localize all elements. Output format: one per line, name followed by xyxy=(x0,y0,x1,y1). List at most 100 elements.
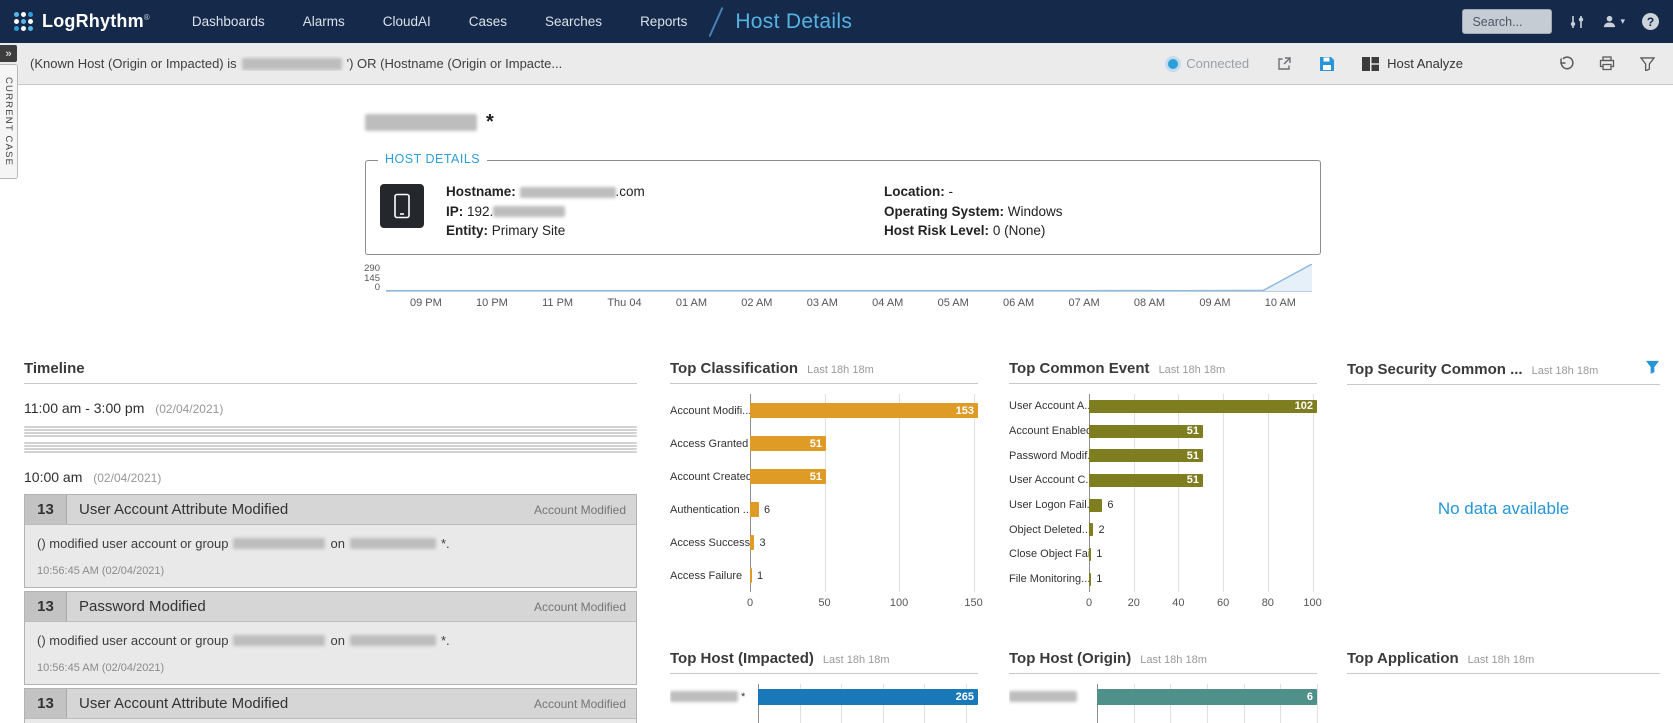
logrhythm-logo[interactable]: LogRhythm® xyxy=(14,11,150,32)
panel-header: Top Host (Origin) Last 18h 18m xyxy=(1009,650,1317,674)
event-card-header: 13 Password Modified Account Modified xyxy=(25,592,636,622)
bar-value: 1 xyxy=(1096,573,1102,585)
panel-subtitle: Last 18h 18m xyxy=(807,364,874,376)
top-classification-bar[interactable] xyxy=(750,502,759,517)
top-common-event-bar[interactable]: 51 xyxy=(1089,474,1203,487)
redacted-host xyxy=(350,538,436,549)
filter-settings-icon[interactable] xyxy=(1569,15,1585,29)
panel-header: Top Classification Last 18h 18m xyxy=(670,360,978,384)
event-description: () modified user account or group on *. xyxy=(37,536,624,551)
hostname-label: Hostname: xyxy=(446,184,516,199)
help-icon[interactable]: ? xyxy=(1642,13,1659,30)
event-card-header: 13 User Account Attribute Modified Accou… xyxy=(25,495,636,525)
nav-item-dashboards[interactable]: Dashboards xyxy=(192,14,265,29)
bar-label: Account Created xyxy=(670,460,750,493)
timeline-group-collapsed[interactable]: 11:00 am - 3:00 pm (02/04/2021) xyxy=(24,400,637,416)
host-analyze-button[interactable]: Host Analyze xyxy=(1362,56,1463,71)
timeline-event-card[interactable]: 13 Password Modified Account Modified ()… xyxy=(24,591,637,685)
redacted-host-value xyxy=(242,58,342,70)
event-title: Password Modified xyxy=(79,598,206,615)
timeline-event-card[interactable]: 13 User Account Attribute Modified Accou… xyxy=(24,494,637,588)
top-common-event-bar[interactable] xyxy=(1089,573,1091,586)
user-menu-icon[interactable]: ▾ xyxy=(1602,14,1625,29)
top-classification-bar[interactable] xyxy=(750,535,754,550)
spark-x-label: Thu 04 xyxy=(607,297,641,309)
entity-row: Entity: Primary Site xyxy=(446,221,884,241)
bar-value: 6 xyxy=(1107,499,1113,511)
top-classification-bar[interactable] xyxy=(750,568,752,583)
filter-funnel-icon[interactable] xyxy=(1640,57,1655,71)
search-input[interactable]: Search... xyxy=(1462,9,1552,34)
hostname-suffix: .com xyxy=(616,184,645,199)
nav-item-cloudai[interactable]: CloudAI xyxy=(383,14,431,29)
top-host-impacted-bar[interactable]: 265 xyxy=(758,689,978,705)
top-classification-bar[interactable]: 51 xyxy=(750,469,826,484)
classification-chart: Account Modifi...Access GrantedAccount C… xyxy=(670,394,978,608)
print-icon[interactable] xyxy=(1599,56,1615,71)
filter-query-suffix: ') OR (Hostname (Origin or Impacte... xyxy=(347,56,563,71)
ip-prefix: 192. xyxy=(467,204,493,219)
top-classification-bar[interactable]: 51 xyxy=(750,436,826,451)
top-host-origin-bar[interactable]: 6 xyxy=(1097,689,1317,705)
redacted-host-name xyxy=(365,114,477,131)
expand-chevron-icon[interactable]: » xyxy=(0,45,17,62)
group-time: 10:00 am xyxy=(24,469,82,485)
redacted-bar-label xyxy=(1009,691,1077,702)
filter-query-prefix: (Known Host (Origin or Impacted) is xyxy=(30,56,237,71)
bar-value: 51 xyxy=(810,438,826,450)
bar-value: 102 xyxy=(1295,400,1317,412)
nav-item-searches[interactable]: Searches xyxy=(545,14,602,29)
top-classification-bar[interactable]: 153 xyxy=(750,403,978,418)
bar-label: User Logon Fail... xyxy=(1009,493,1089,518)
event-description: () modified user account or group on *. xyxy=(37,633,624,648)
top-common-event-bar[interactable] xyxy=(1089,523,1093,536)
bar-label: Close Object Fai... xyxy=(1009,542,1089,567)
top-common-event-bar[interactable]: 102 xyxy=(1089,400,1317,413)
panel-header: Top Application Last 18h 18m xyxy=(1347,650,1660,674)
current-case-tab[interactable]: CURRENT CASE xyxy=(0,64,18,179)
group-date: (02/04/2021) xyxy=(93,471,161,485)
event-timestamp: 10:56:45 AM (02/04/2021) xyxy=(37,565,624,577)
undo-icon[interactable] xyxy=(1558,56,1574,72)
redacted-account xyxy=(233,635,325,646)
nav-item-reports[interactable]: Reports xyxy=(640,14,687,29)
page-title: Host Details xyxy=(735,10,852,34)
panel-header: Top Host (Impacted) Last 18h 18m xyxy=(670,650,978,674)
spark-x-axis: 09 PM10 PM11 PMThu 0401 AM02 AM03 AM04 A… xyxy=(350,292,1312,309)
host-details-right-column: Location: - Operating System: Windows Ho… xyxy=(884,182,1063,254)
spark-x-label: 10 PM xyxy=(476,297,508,309)
top-common-event-bar[interactable] xyxy=(1089,499,1102,512)
host-title-asterisk: * xyxy=(486,111,494,134)
top-common-event-bar[interactable] xyxy=(1089,548,1091,561)
event-card-body: () modified user account or group on *. … xyxy=(25,622,636,684)
timeline-group-expanded[interactable]: 10:00 am (02/04/2021) xyxy=(24,469,637,485)
panel-filter-funnel-icon[interactable] xyxy=(1645,360,1660,374)
save-search-icon[interactable] xyxy=(1319,56,1335,72)
collapsed-events-stack[interactable] xyxy=(24,426,637,453)
filter-query[interactable]: (Known Host (Origin or Impacted) is ') O… xyxy=(30,56,1168,71)
panel-title: Top Host (Impacted) xyxy=(670,650,814,667)
panel-top-security-common: Top Security Common ... Last 18h 18m No … xyxy=(1347,360,1660,650)
panel-top-application: Top Application Last 18h 18m xyxy=(1347,650,1660,684)
open-in-new-icon[interactable] xyxy=(1276,56,1292,72)
redacted-hostname xyxy=(520,187,616,198)
os-row: Operating System: Windows xyxy=(884,202,1063,222)
page-title-wrap: Host Details xyxy=(707,6,852,38)
nav-item-alarms[interactable]: Alarms xyxy=(303,14,345,29)
panel-title: Top Classification xyxy=(670,360,798,377)
event-card-body: () modified user account or group on *. … xyxy=(25,719,636,723)
panel-top-host-impacted: Top Host (Impacted) Last 18h 18m *265050… xyxy=(670,650,978,723)
timeline-event-card[interactable]: 13 User Account Attribute Modified Accou… xyxy=(24,688,637,723)
entity-label: Entity: xyxy=(446,223,488,238)
event-count-badge: 13 xyxy=(25,689,67,718)
panel-subtitle: Last 18h 18m xyxy=(1468,654,1535,666)
event-count-badge: 13 xyxy=(25,592,67,621)
event-count-badge: 13 xyxy=(25,495,67,524)
spark-plot-area[interactable] xyxy=(386,264,1312,292)
panel-top-host-origin: Top Host (Origin) Last 18h 18m 60123456 xyxy=(1009,650,1317,723)
top-common-event-bar[interactable]: 51 xyxy=(1089,425,1203,438)
bar-label: Access Failure xyxy=(670,559,750,592)
top-common-event-bar[interactable]: 51 xyxy=(1089,449,1203,462)
search-toolbar: (Known Host (Origin or Impacted) is ') O… xyxy=(0,43,1673,85)
nav-item-cases[interactable]: Cases xyxy=(469,14,507,29)
